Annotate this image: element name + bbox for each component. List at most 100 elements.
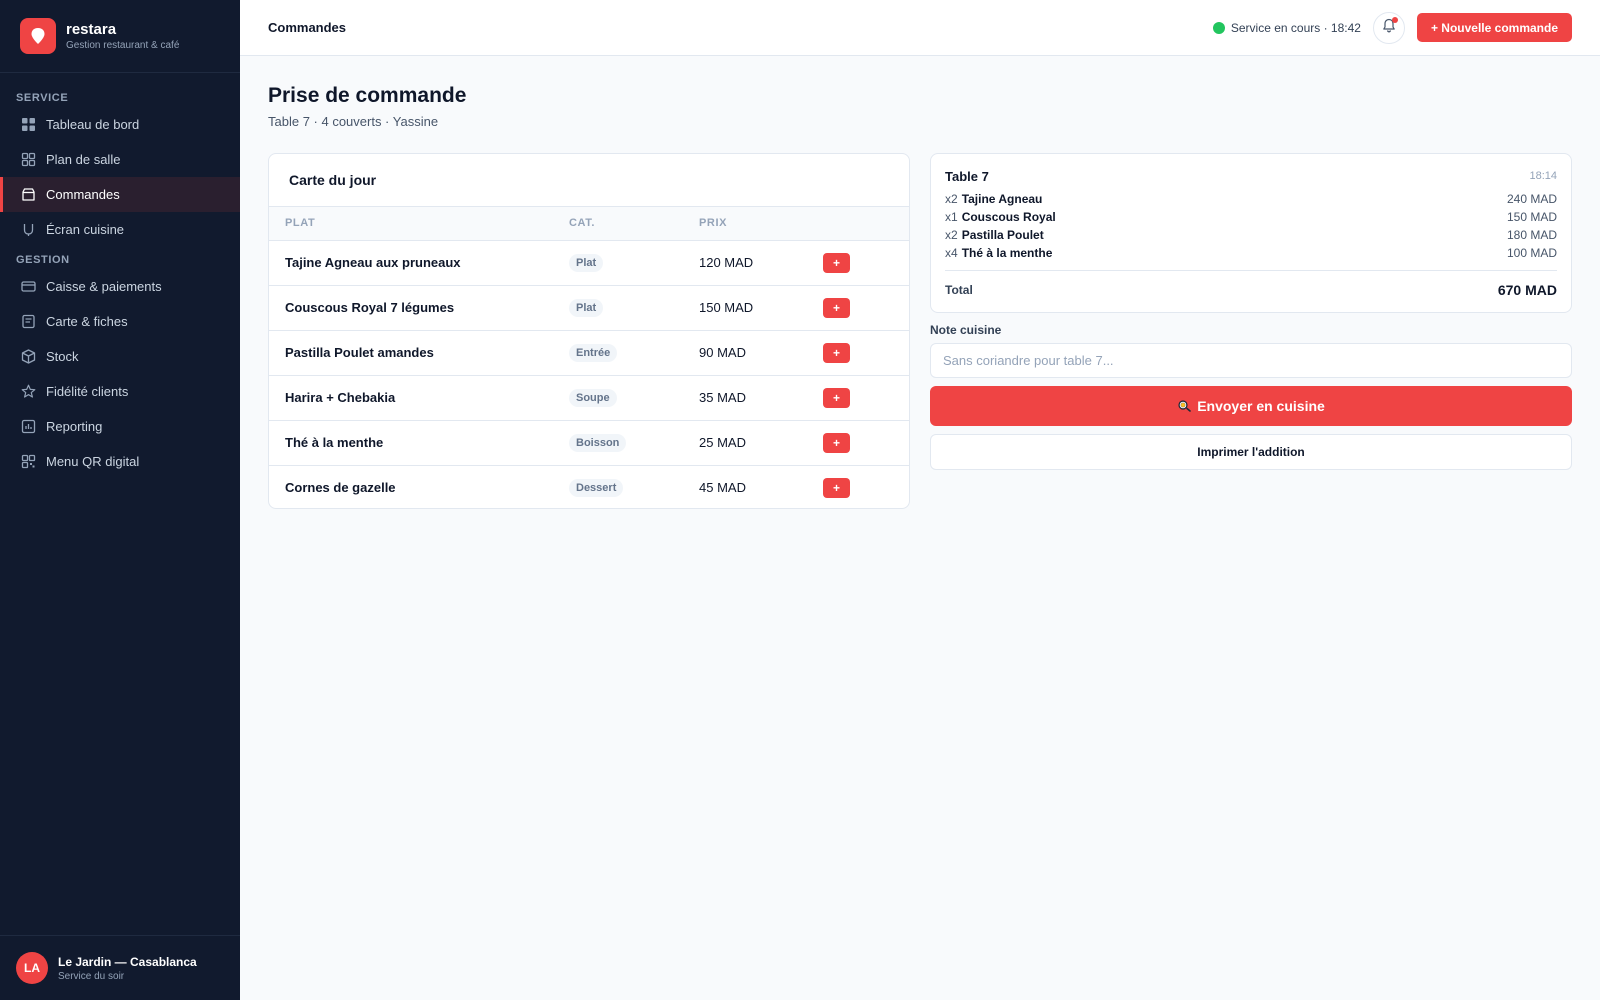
box-icon (20, 349, 36, 365)
dish-name: Couscous Royal 7 légumes (269, 285, 569, 331)
notifications-button[interactable] (1372, 11, 1405, 44)
dish-name: Cornes de gazelle (285, 480, 396, 496)
sidebar-item-label: Plan de salle (46, 152, 121, 167)
sidebar-item-label: Fidélité clients (46, 384, 129, 399)
qr-icon (20, 454, 36, 470)
add-dish-button[interactable]: + (823, 297, 850, 318)
dish-name: Thé à la menthe (269, 420, 569, 466)
dish-price: 45 MAD (699, 480, 746, 496)
frying-pan-icon (1177, 398, 1191, 415)
order-line-item: Thé à la menthe (961, 246, 1053, 260)
table-row: Couscous Royal 7 légumes Plat 150 MAD + (269, 285, 909, 331)
sidebar-item-menu-qr-digital[interactable]: Menu QR digital (0, 444, 240, 479)
main-content: Prise de commande Table 7 · 4 couverts ·… (268, 56, 1572, 509)
kitchen-note-input[interactable] (930, 343, 1572, 378)
total-value: 670 MAD (1497, 282, 1557, 298)
column-header-prix: PRIX (699, 207, 823, 241)
table-row: Harira + Chebakia Soupe 35 MAD + (269, 375, 909, 421)
orders-icon (20, 187, 36, 203)
dashboard-icon (20, 117, 36, 133)
category-badge: Plat (569, 298, 604, 317)
table-row: Cornes de gazelle Dessert 45 MAD + (269, 465, 909, 508)
brand: restara Gestion restaurant & café (0, 0, 240, 73)
add-dish-button[interactable]: + (823, 477, 850, 498)
status-dot-icon (1212, 21, 1225, 34)
dish-name: Tajine Agneau aux pruneaux (269, 240, 569, 286)
add-dish-button[interactable]: + (823, 252, 850, 273)
sidebar-item-commandes[interactable]: Commandes (0, 177, 240, 212)
card-icon (20, 279, 36, 295)
menu-card-icon (20, 314, 36, 330)
order-line-amount: 240 MAD (1506, 192, 1557, 206)
table-row: Tajine Agneau aux pruneaux Plat 120 MAD … (269, 240, 909, 286)
page-subtitle: Table 7 · 4 couverts · Yassine (268, 114, 439, 129)
order-time: 18:14 (1529, 170, 1557, 182)
sidebar-item-caisse-paiements[interactable]: Caisse & paiements (0, 269, 240, 304)
sidebar-item-label: Carte & fiches (46, 314, 128, 329)
sidebar-item-label: Stock (46, 349, 79, 364)
dish-name: Harira + Chebakia (269, 375, 569, 421)
order-line-item: Couscous Royal (961, 210, 1056, 224)
page-title: Prise de commande (268, 84, 467, 107)
dish-price: 150 MAD (699, 285, 823, 331)
print-bill-button[interactable]: Imprimer l'addition (930, 434, 1572, 470)
table-header-row: PLAT CAT. PRIX (269, 207, 909, 241)
order-line: x1 Couscous Royal 150 MAD (945, 208, 1557, 226)
total-label: Total (945, 283, 973, 297)
sidebar-item-tableau-de-bord[interactable]: Tableau de bord (0, 107, 240, 142)
service-status-text: Service en cours · 18:42 (1230, 20, 1361, 35)
sidebar-item-fidelite-clients[interactable]: Fidélité clients (0, 374, 240, 409)
chart-icon (20, 419, 36, 435)
order-line-item: Pastilla Poulet (961, 228, 1044, 242)
order-summary-card: Table 7 18:14 x2 Tajine Agneau 240 MAD x1… (930, 153, 1572, 313)
order-line: x4 Thé à la menthe 100 MAD (945, 244, 1557, 262)
section-label-service: SERVICE (16, 92, 69, 104)
category-badge: Entrée (569, 343, 618, 362)
profile-name: Le Jardin — Casablanca (58, 954, 197, 969)
sidebar-item-reporting[interactable]: Reporting (0, 409, 240, 444)
sidebar-item-plan-de-salle[interactable]: Plan de salle (0, 142, 240, 177)
dish-price: 90 MAD (699, 330, 823, 376)
floor-plan-icon (20, 152, 36, 168)
sidebar-item-stock[interactable]: Stock (0, 339, 240, 374)
new-order-button[interactable]: + Nouvelle commande (1416, 13, 1572, 42)
add-dish-button[interactable]: + (823, 387, 850, 408)
order-line-qty: x2 (945, 228, 958, 242)
dish-price: 25 MAD (699, 420, 823, 466)
order-line: x2 Pastilla Poulet 180 MAD (945, 226, 1557, 244)
sidebar-item-label: Écran cuisine (46, 222, 125, 237)
sidebar-item-carte-fiches[interactable]: Carte & fiches (0, 304, 240, 339)
brand-name: restara (66, 21, 117, 38)
column-header-plat: PLAT (269, 207, 569, 241)
column-header-action (823, 207, 909, 241)
send-to-kitchen-button[interactable]: Envoyer en cuisine (930, 386, 1572, 426)
breadcrumb: Commandes (268, 20, 347, 35)
column-header-cat: CAT. (569, 207, 699, 241)
table-row: Pastilla Poulet amandes Entrée 90 MAD + (269, 330, 909, 376)
dish-name: Pastilla Poulet amandes (269, 330, 569, 376)
category-badge: Dessert (569, 478, 624, 497)
order-line-amount: 100 MAD (1506, 246, 1557, 260)
sidebar-item-label: Caisse & paiements (46, 279, 162, 294)
add-dish-button[interactable]: + (823, 342, 850, 363)
topbar: Commandes Service en cours · 18:42 + Nou… (240, 0, 1600, 56)
brand-subtitle: Gestion restaurant & café (66, 40, 180, 51)
category-badge: Soupe (569, 388, 617, 407)
kitchen-icon (20, 222, 36, 238)
menu-table: PLAT CAT. PRIX Tajine Agneau aux pruneau… (269, 207, 909, 508)
dish-price: 120 MAD (699, 240, 823, 286)
star-icon (20, 384, 36, 400)
order-line-qty: x2 (945, 192, 958, 206)
section-label-gestion: GESTION (16, 254, 70, 266)
sidebar-item-label: Commandes (46, 187, 120, 202)
sidebar-item-ecran-cuisine[interactable]: Écran cuisine (0, 212, 240, 247)
sidebar-item-label: Menu QR digital (46, 454, 140, 469)
sidebar: restara Gestion restaurant & café SERVIC… (0, 0, 240, 1000)
menu-card-title: Carte du jour (269, 154, 909, 207)
add-dish-button[interactable]: + (823, 432, 850, 453)
category-badge: Plat (569, 253, 604, 272)
profile[interactable]: LA Le Jardin — Casablanca Service du soi… (0, 935, 240, 1000)
brand-logo-icon (20, 18, 56, 54)
order-line-qty: x4 (945, 246, 958, 260)
service-status: Service en cours · 18:42 (1212, 20, 1361, 35)
